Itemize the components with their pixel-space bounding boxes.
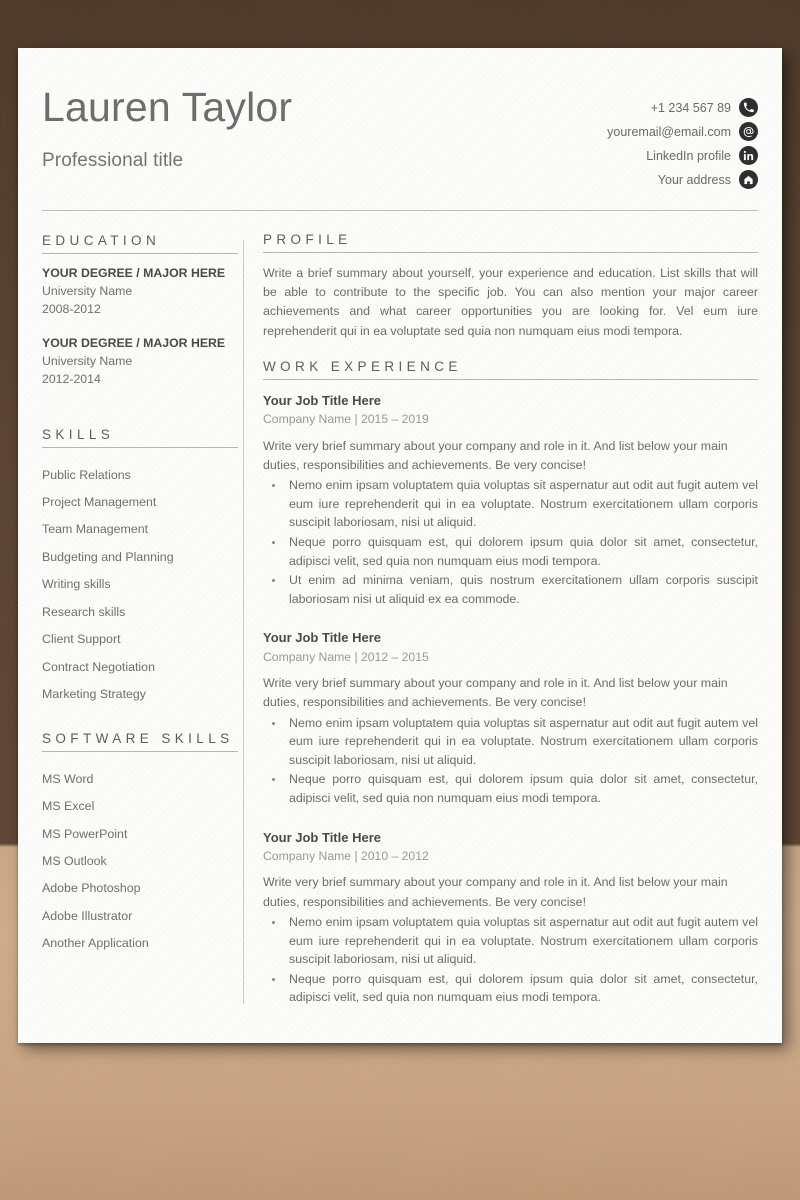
- list-item: Research skills: [42, 604, 126, 619]
- profile-text: Write a brief summary about yourself, yo…: [263, 266, 758, 338]
- main-column: PROFILE Write a brief summary about your…: [244, 232, 758, 1010]
- profile-heading: PROFILE: [263, 232, 758, 253]
- professional-title: Professional title: [42, 150, 184, 172]
- education-years: 2012-2014: [42, 372, 101, 387]
- list-item: Marketing Strategy: [42, 687, 146, 702]
- education-degree: YOUR DEGREE / MAJOR HERE: [42, 266, 226, 280]
- list-item: Public Relations: [42, 467, 131, 482]
- contact-address-text: Your address: [657, 172, 731, 187]
- job-title: Your Job Title Here: [263, 829, 381, 845]
- resume-body: EDUCATION YOUR DEGREE / MAJOR HERE Unive…: [42, 211, 758, 1010]
- software-skills-heading: SOFTWARE SKILLS: [42, 731, 238, 753]
- list-item: Nemo enim ipsam voluptatem quia voluptas…: [285, 476, 758, 532]
- contact-row-linkedin[interactable]: LinkedIn profile: [607, 146, 758, 165]
- list-item: Nemo enim ipsam voluptatem quia voluptas…: [285, 913, 758, 969]
- job-entry: Your Job Title Here Company Name | 2012 …: [263, 628, 758, 807]
- contact-row-address[interactable]: Your address: [607, 170, 758, 189]
- education-school: University Name: [42, 354, 133, 369]
- work-experience-section: WORK EXPERIENCE Your Job Title Here Comp…: [263, 359, 758, 1007]
- education-years: 2008-2012: [42, 301, 101, 316]
- resume-header: Lauren Taylor Professional title +1 234 …: [42, 48, 758, 189]
- job-entry: Your Job Title Here Company Name | 2015 …: [263, 391, 758, 609]
- list-item: Neque porro quisquam est, qui dolorem ip…: [285, 770, 758, 807]
- software-skills-section: SOFTWARE SKILLS MS Word MS Excel MS Powe…: [42, 730, 238, 957]
- job-summary: Write very brief summary about your comp…: [263, 875, 728, 909]
- education-item: YOUR DEGREE / MAJOR HERE University Name…: [42, 335, 229, 388]
- contact-email-text: youremail@email.com: [607, 124, 731, 139]
- list-item: Client Support: [42, 632, 121, 647]
- page-title: Lauren Taylor: [42, 84, 293, 130]
- profile-section: PROFILE Write a brief summary about your…: [263, 232, 758, 341]
- list-item: Another Application: [42, 936, 149, 951]
- list-item: Contract Negotiation: [42, 659, 155, 674]
- contact-linkedin-text: LinkedIn profile: [646, 148, 731, 163]
- education-degree: YOUR DEGREE / MAJOR HERE: [42, 336, 226, 351]
- list-item: MS Outlook: [42, 854, 107, 868]
- job-summary: Write very brief summary about your comp…: [263, 438, 728, 472]
- contact-phone-text: +1 234 567 89: [650, 100, 731, 115]
- sidebar: EDUCATION YOUR DEGREE / MAJOR HERE Unive…: [42, 232, 243, 1010]
- list-item: Project Management: [42, 495, 157, 510]
- linkedin-icon: [739, 146, 758, 165]
- name-block: Lauren Taylor Professional title: [42, 84, 293, 172]
- education-section: EDUCATION YOUR DEGREE / MAJOR HERE Unive…: [42, 232, 238, 389]
- software-skills-list: MS Word MS Excel MS PowerPoint MS Outloo…: [42, 765, 229, 957]
- list-item: MS Excel: [42, 799, 95, 814]
- education-school: University Name: [42, 283, 133, 298]
- list-item: Nemo enim ipsam voluptatem quia voluptas…: [285, 714, 758, 770]
- list-item: Team Management: [42, 522, 149, 537]
- contact-row-phone[interactable]: +1 234 567 89: [607, 98, 758, 117]
- work-experience-heading: WORK EXPERIENCE: [263, 359, 758, 380]
- list-item: MS Word: [42, 771, 94, 786]
- list-item: Neque porro quisquam est, qui dolorem ip…: [285, 970, 758, 1007]
- contact-list: +1 234 567 89 youremail@email.com Linked…: [607, 86, 758, 189]
- list-item: Writing skills: [42, 577, 111, 592]
- job-bullets: Nemo enim ipsam voluptatem quia voluptas…: [285, 476, 758, 608]
- job-summary: Write very brief summary about your comp…: [263, 676, 728, 710]
- resume-paper-sheet: Lauren Taylor Professional title +1 234 …: [18, 48, 782, 1043]
- skills-heading: SKILLS: [42, 427, 238, 448]
- list-item: Ut enim ad minima veniam, quis nostrum e…: [285, 571, 758, 608]
- job-company-dates: Company Name | 2012 – 2015: [263, 649, 429, 664]
- job-title: Your Job Title Here: [263, 630, 381, 646]
- job-company-dates: Company Name | 2015 – 2019: [263, 412, 429, 427]
- job-company-dates: Company Name | 2010 – 2012: [263, 849, 429, 864]
- phone-icon: [739, 98, 758, 117]
- skills-section: SKILLS Public Relations Project Manageme…: [42, 426, 238, 708]
- list-item: Neque porro quisquam est, qui dolorem ip…: [285, 533, 758, 570]
- education-item: YOUR DEGREE / MAJOR HERE University Name…: [42, 265, 229, 318]
- job-bullets: Nemo enim ipsam voluptatem quia voluptas…: [285, 913, 758, 1007]
- job-bullets: Nemo enim ipsam voluptatem quia voluptas…: [285, 714, 758, 808]
- list-item: MS PowerPoint: [42, 826, 128, 841]
- job-entry: Your Job Title Here Company Name | 2010 …: [263, 828, 758, 1007]
- home-address-icon: [739, 170, 758, 189]
- email-at-icon: [739, 122, 758, 141]
- contact-row-email[interactable]: youremail@email.com: [607, 122, 758, 141]
- list-item: Adobe Illustrator: [42, 908, 133, 923]
- job-title: Your Job Title Here: [263, 392, 381, 408]
- skills-list: Public Relations Project Management Team…: [42, 461, 229, 708]
- education-heading: EDUCATION: [42, 233, 238, 254]
- list-item: Adobe Photoshop: [42, 881, 141, 896]
- list-item: Budgeting and Planning: [42, 549, 174, 564]
